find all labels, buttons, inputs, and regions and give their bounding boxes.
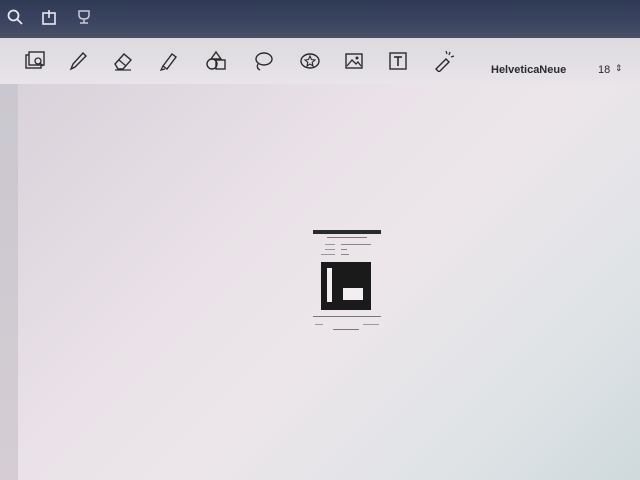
document-field-label: [321, 254, 335, 255]
laser-pointer-icon[interactable]: [431, 48, 457, 74]
image-gallery-icon[interactable]: [22, 48, 48, 74]
lasso-icon[interactable]: [250, 48, 276, 74]
inserted-document-thumbnail[interactable]: [313, 230, 381, 334]
search-icon[interactable]: [6, 8, 24, 26]
eraser-icon[interactable]: [110, 48, 136, 74]
font-size-selector[interactable]: 18: [598, 64, 610, 76]
text-box-icon[interactable]: [385, 48, 411, 74]
document-field-value: [341, 249, 347, 250]
document-footer-text: [363, 324, 379, 325]
document-field-value: [341, 254, 349, 255]
font-family-selector[interactable]: HelveticaNeue: [491, 64, 566, 76]
document-field-label: [325, 249, 335, 250]
share-icon[interactable]: [40, 8, 58, 26]
document-footer-text: [315, 324, 323, 325]
stepper-arrows-icon[interactable]: ⇕: [615, 63, 623, 74]
shapes-icon[interactable]: [203, 48, 229, 74]
drawing-toolbar: HelveticaNeue 18 ⇕: [0, 38, 640, 85]
trophy-icon[interactable]: [75, 8, 93, 26]
highlighter-icon[interactable]: [155, 48, 181, 74]
document-signature-line: [333, 329, 359, 330]
document-footer-line: [313, 316, 381, 317]
pen-icon[interactable]: [65, 48, 91, 74]
document-title-line: [327, 237, 367, 238]
document-field-value: [341, 244, 371, 245]
document-header-bar: [313, 230, 381, 234]
window-top-bar: [0, 0, 640, 38]
document-field-label: [325, 244, 335, 245]
image-icon[interactable]: [341, 48, 367, 74]
qr-code-image: [321, 262, 371, 310]
sticker-icon[interactable]: [297, 48, 323, 74]
canvas-left-margin: [0, 84, 18, 480]
